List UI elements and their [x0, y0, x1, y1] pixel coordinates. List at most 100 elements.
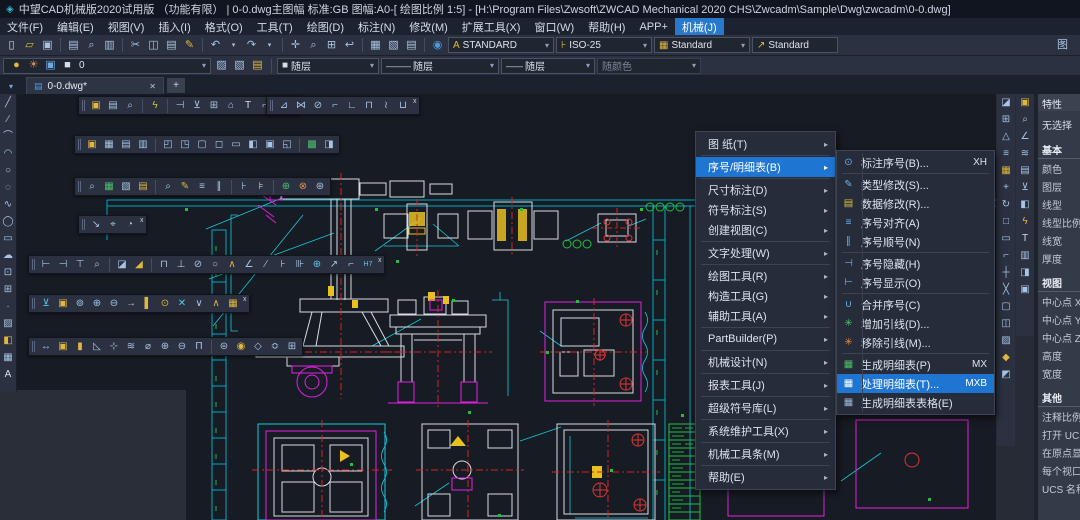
tool-icon[interactable]: ⌕	[84, 178, 100, 195]
undo-icon[interactable]: ↶	[207, 37, 224, 54]
tool-icon[interactable]: ≋	[123, 338, 139, 355]
tool-icon[interactable]: ⊖	[174, 338, 190, 355]
tool-icon[interactable]: ╱	[0, 94, 16, 111]
property-row[interactable]: 高度	[1038, 346, 1080, 364]
linetype-combo[interactable]: ——— 随层 ▾	[381, 58, 499, 74]
tool-icon[interactable]: ⌕	[1017, 111, 1033, 128]
layer-translate-icon[interactable]: ▤	[403, 37, 420, 54]
menu-item[interactable]: 绘图工具(R)▸	[696, 266, 835, 286]
tool-icon[interactable]: ⊥	[173, 256, 189, 273]
tool-icon[interactable]: ⌖	[105, 216, 121, 233]
tool-icon[interactable]: ▦	[998, 162, 1014, 179]
tool-icon[interactable]: ▨	[0, 315, 16, 332]
tool-icon[interactable]: T	[240, 97, 256, 114]
tool-icon[interactable]: ◪	[998, 94, 1014, 111]
tool-icon[interactable]: ✎	[177, 178, 193, 195]
tool-icon[interactable]: ⊛	[312, 178, 328, 195]
tool-icon[interactable]: ∧	[208, 295, 224, 312]
tool-icon[interactable]: ⊔	[395, 97, 411, 114]
toolbar-grip[interactable]	[82, 100, 85, 111]
tool-icon[interactable]: ▢	[194, 136, 210, 153]
tool-icon[interactable]: ⊓	[156, 256, 172, 273]
tool-icon[interactable]: ⊜	[216, 338, 232, 355]
toolbar-grip[interactable]	[78, 139, 81, 150]
close-toolbar-icon[interactable]: x	[140, 216, 144, 225]
submenu-item[interactable]: ▦生成明细表(P)MX	[837, 355, 994, 374]
toolbar-grip[interactable]	[270, 100, 273, 111]
tool-icon[interactable]: ◻	[211, 136, 227, 153]
tool-icon[interactable]: ↘	[88, 216, 104, 233]
property-row[interactable]: UCS 名称	[1038, 479, 1080, 497]
layer-on-icon[interactable]: ●	[8, 57, 25, 74]
tool-icon[interactable]: ▮	[72, 338, 88, 355]
chevron-down-icon[interactable]: ▾	[545, 41, 549, 50]
tool-icon[interactable]: ∥	[211, 178, 227, 195]
property-row[interactable]: 在原点显示	[1038, 443, 1080, 461]
tool-icon[interactable]: ⊞	[998, 111, 1014, 128]
tool-icon[interactable]: ⊦	[236, 178, 252, 195]
tool-icon[interactable]: ∟	[344, 97, 360, 114]
menu-item[interactable]: 符号标注(S)▸	[696, 200, 835, 220]
submenu-item[interactable]: ✎类型修改(S)...	[837, 175, 994, 194]
property-row[interactable]: 打开 UCS	[1038, 425, 1080, 443]
tool-icon[interactable]: ◧	[1017, 196, 1033, 213]
tool-icon[interactable]: ≋	[1017, 145, 1033, 162]
close-toolbar-icon[interactable]: x	[243, 295, 247, 304]
tool-icon[interactable]: ◳	[177, 136, 193, 153]
tool-icon[interactable]: ◯	[0, 213, 16, 230]
menu-item[interactable]: 机械工具条(M)▸	[696, 444, 835, 464]
menu-item[interactable]: 序号/明细表(B)▸	[696, 157, 835, 177]
tool-icon[interactable]: ⊙	[157, 295, 173, 312]
tool-icon[interactable]: ╳	[998, 281, 1014, 298]
menubar-item[interactable]: 文件(F)	[0, 18, 50, 35]
toolbar-grip[interactable]	[82, 219, 85, 230]
tool-icon[interactable]: ·	[0, 298, 16, 315]
tool-icon[interactable]: ▭	[228, 136, 244, 153]
menubar-item[interactable]: 绘图(D)	[300, 18, 351, 35]
tool-icon[interactable]: ◧	[0, 332, 16, 349]
submenu-item[interactable]: ⊣序号隐藏(H)	[837, 254, 994, 273]
menubar-item[interactable]: 格式(O)	[198, 18, 250, 35]
copy-icon[interactable]: ◫	[145, 37, 162, 54]
tool-icon[interactable]: ⊻	[189, 97, 205, 114]
tool-icon[interactable]: ▌	[140, 295, 156, 312]
tool-icon[interactable]: ▭	[998, 230, 1014, 247]
menubar-item[interactable]: 扩展工具(X)	[455, 18, 528, 35]
tool-icon[interactable]: ▤	[118, 136, 134, 153]
tool-icon[interactable]: ▣	[88, 97, 104, 114]
tool-icon[interactable]: ◔	[122, 216, 138, 233]
new-file-icon[interactable]: ▯	[3, 37, 20, 54]
layer-states-manager-icon[interactable]: ▤	[249, 57, 266, 74]
tool-icon[interactable]: ▩	[304, 136, 320, 153]
tool-icon[interactable]: +	[998, 179, 1014, 196]
property-row[interactable]: 厚度	[1038, 249, 1080, 267]
tool-icon[interactable]: ≀	[378, 97, 394, 114]
property-row[interactable]: 图层	[1038, 177, 1080, 195]
tool-icon[interactable]: ⊓	[361, 97, 377, 114]
tool-icon[interactable]: ▦	[101, 136, 117, 153]
tool-icon[interactable]: ⊻	[38, 295, 54, 312]
table-style-combo[interactable]: ▦ Standard ▾	[654, 37, 750, 53]
tool-icon[interactable]: ⊘	[310, 97, 326, 114]
tool-icon[interactable]: ⌕	[122, 97, 138, 114]
tab-close-icon[interactable]: ✕	[149, 82, 156, 91]
tool-icon[interactable]: ▨	[998, 332, 1014, 349]
menu-item[interactable]: PartBuilder(P)▸	[696, 329, 835, 349]
tool-icon[interactable]: ⊦	[275, 256, 291, 273]
paste-icon[interactable]: ▤	[163, 37, 180, 54]
tool-icon[interactable]: ⌕	[160, 178, 176, 195]
submenu-item[interactable]: ⊙标注序号(B)...XH	[837, 153, 994, 172]
selection-combo[interactable]: 无选择	[1038, 111, 1080, 134]
tool-icon[interactable]: ∿	[0, 196, 16, 213]
menu-item[interactable]: 辅助工具(A)▸	[696, 306, 835, 326]
menubar-item[interactable]: 标注(N)	[351, 18, 402, 35]
tool-icon[interactable]: ▢	[998, 298, 1014, 315]
tool-icon[interactable]: ▣	[1017, 281, 1033, 298]
menu-item[interactable]: 机械设计(N)▸	[696, 352, 835, 372]
zoom-realtime-icon[interactable]: ⌕	[305, 37, 322, 54]
redo-icon[interactable]: ↷	[243, 37, 260, 54]
submenu-item[interactable]: ▦生成明细表表格(E)	[837, 393, 994, 412]
tool-icon[interactable]: ∨	[191, 295, 207, 312]
tool-icon[interactable]: ○	[207, 256, 223, 273]
property-row[interactable]: 线型比例	[1038, 213, 1080, 231]
